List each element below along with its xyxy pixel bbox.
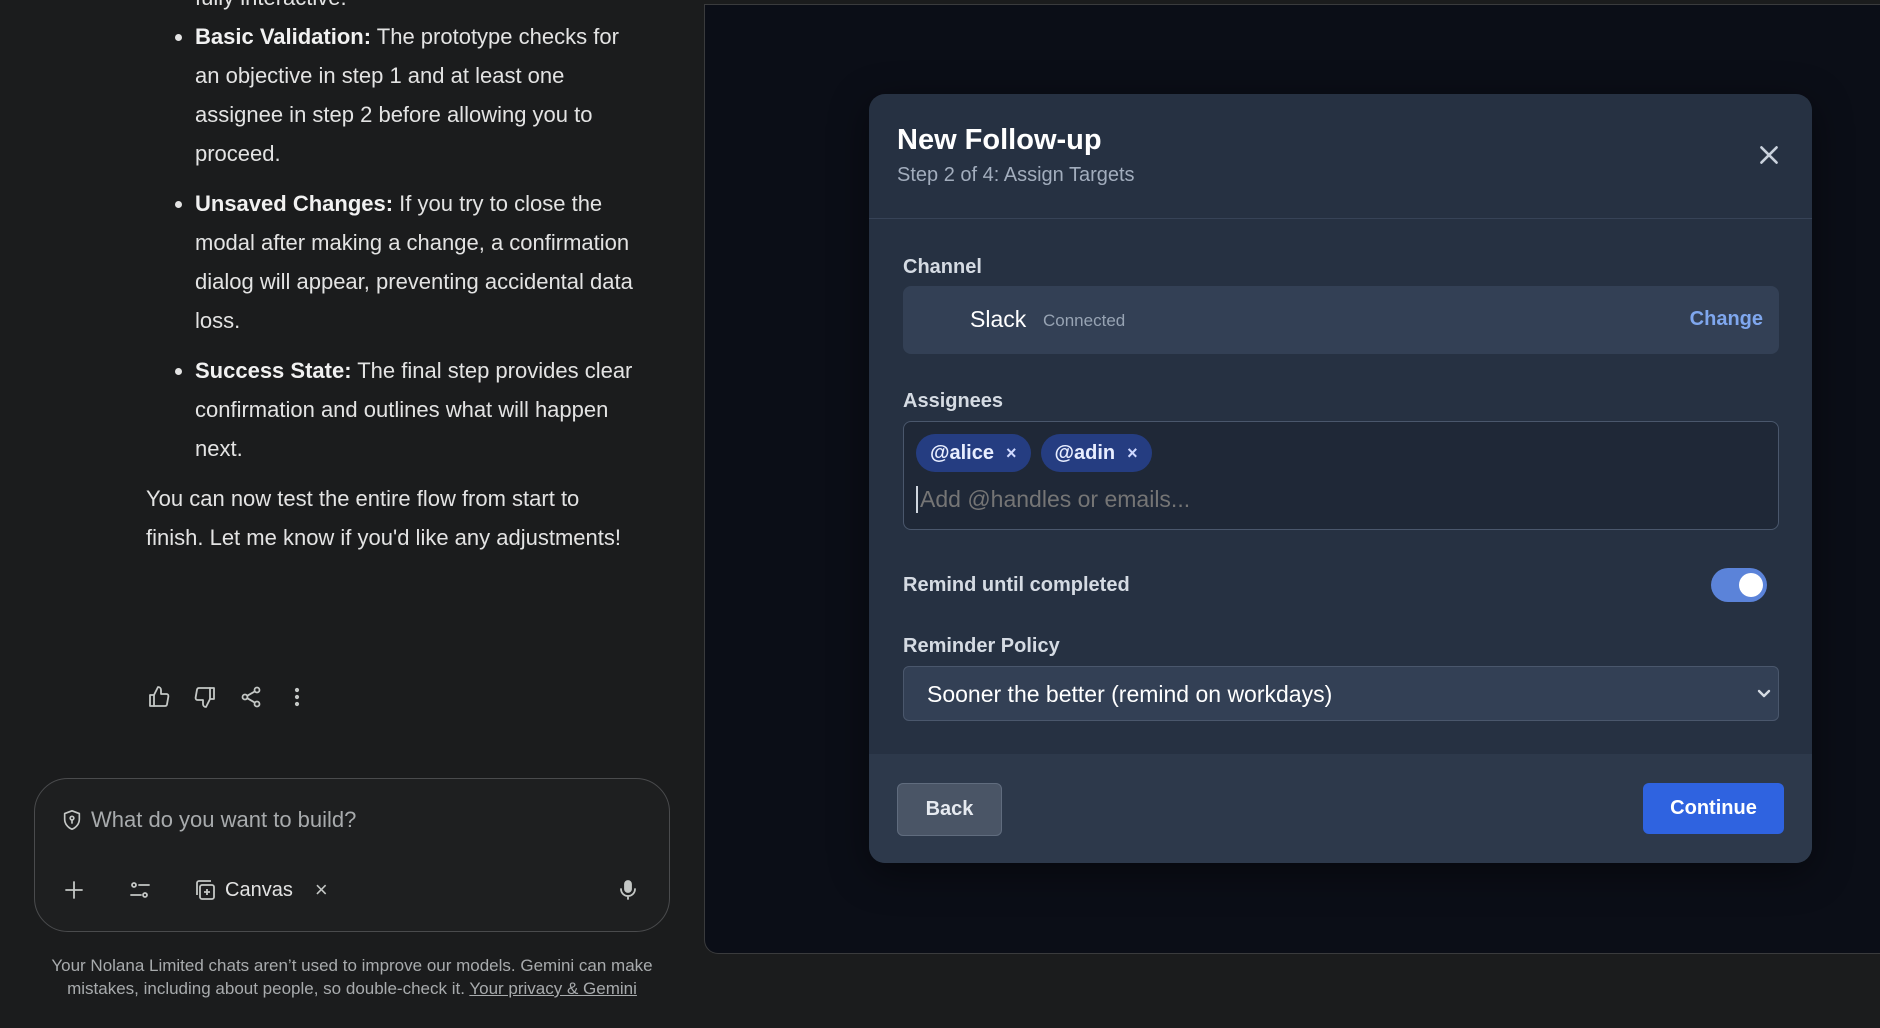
list-item-title: Unsaved Changes: <box>195 191 394 216</box>
canvas-label: Canvas <box>225 878 293 901</box>
assignee-chip: @adin × <box>1040 434 1152 472</box>
canvas-chip[interactable]: Canvas × <box>193 877 328 903</box>
closing-paragraph: You can now test the entire flow from st… <box>146 486 621 550</box>
assignee-chips: @alice × @adin × <box>916 434 1152 472</box>
canvas-top-border <box>704 0 1880 5</box>
list-item: Basic Validation: The prototype checks f… <box>195 17 636 173</box>
assistant-message: fully interactive. Basic Validation: The… <box>146 0 636 557</box>
assignees-field[interactable]: @alice × @adin × <box>903 421 1779 530</box>
mic-icon[interactable] <box>615 877 641 903</box>
remind-row: Remind until completed <box>903 568 1779 602</box>
list-item: Success State: The final step provides c… <box>195 351 636 468</box>
thumbs-down-icon[interactable] <box>192 684 218 710</box>
shield-icon <box>63 810 81 830</box>
chat-scroll-area[interactable]: fully interactive. Basic Validation: The… <box>0 0 704 760</box>
modal-header: New Follow-up Step 2 of 4: Assign Target… <box>869 94 1812 219</box>
prompt-input[interactable]: What do you want to build? <box>91 807 356 833</box>
reminder-policy-label: Reminder Policy <box>903 635 1060 657</box>
list-item: Unsaved Changes: If you try to close the… <box>195 184 636 340</box>
follow-up-modal: New Follow-up Step 2 of 4: Assign Target… <box>869 94 1812 863</box>
channel-status: Connected <box>1043 311 1126 330</box>
assignee-chip: @alice × <box>916 434 1031 472</box>
feature-list: Basic Validation: The prototype checks f… <box>146 17 636 468</box>
channel-label: Channel <box>903 256 982 278</box>
remove-assignee-icon[interactable]: × <box>1006 443 1017 464</box>
chat-pane: fully interactive. Basic Validation: The… <box>0 0 704 1028</box>
thumbs-up-icon[interactable] <box>146 684 172 710</box>
canvas-close-icon[interactable]: × <box>315 877 328 903</box>
reminder-policy-value: Sooner the better (remind on workdays) <box>927 681 1333 707</box>
message-actions <box>146 684 310 710</box>
back-button[interactable]: Back <box>897 783 1002 836</box>
canvas-preview-pane: New Follow-up Step 2 of 4: Assign Target… <box>704 0 1880 954</box>
disclaimer: Your Nolana Limited chats aren’t used to… <box>34 954 670 1000</box>
tools-icon[interactable] <box>127 877 153 903</box>
reminder-policy-select[interactable]: Sooner the better (remind on workdays) <box>903 666 1779 721</box>
assignees-input[interactable] <box>916 486 1756 513</box>
composer-tools: Canvas × <box>61 877 328 903</box>
change-channel-button[interactable]: Change <box>1690 308 1763 331</box>
modal-footer: Back Continue <box>869 754 1812 863</box>
list-item-title: Basic Validation: <box>195 24 372 49</box>
assignees-label: Assignees <box>903 390 1004 412</box>
modal-title: New Follow-up <box>897 124 1102 156</box>
channel-box: Slack Connected Change <box>903 286 1779 354</box>
remove-assignee-icon[interactable]: × <box>1127 443 1138 464</box>
toggle-knob <box>1739 573 1763 597</box>
list-item-title: Success State: <box>195 358 352 383</box>
add-icon[interactable] <box>61 877 87 903</box>
continue-button[interactable]: Continue <box>1643 783 1784 834</box>
close-icon[interactable] <box>1756 142 1782 168</box>
remind-toggle[interactable] <box>1711 568 1767 602</box>
privacy-link[interactable]: Your privacy & Gemini <box>469 979 637 998</box>
channel-name: Slack <box>970 306 1027 332</box>
share-icon[interactable] <box>238 684 264 710</box>
prompt-composer[interactable]: What do you want to build? Canvas × <box>34 778 670 932</box>
more-vert-icon[interactable] <box>284 684 310 710</box>
modal-step-subtitle: Step 2 of 4: Assign Targets <box>897 164 1135 186</box>
assignee-chip-label: @alice <box>930 441 994 464</box>
remind-label: Remind until completed <box>903 574 1130 596</box>
message-line: fully interactive. <box>146 0 636 17</box>
canvas-icon <box>196 880 215 900</box>
assignee-chip-label: @adin <box>1054 441 1116 464</box>
chevron-down-icon <box>1756 685 1772 701</box>
